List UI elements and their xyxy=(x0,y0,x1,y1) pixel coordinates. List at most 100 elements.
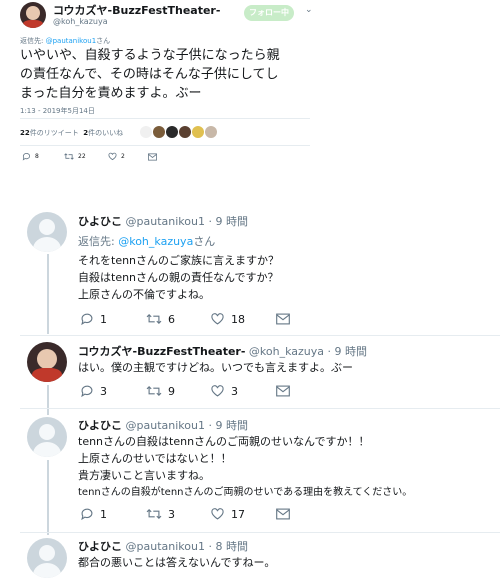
reply-to-handle[interactable]: @koh_kazuya xyxy=(118,235,193,248)
reply-line: 自殺はtennさんの親の責任なんですか？ xyxy=(78,271,279,284)
like-count: 2 xyxy=(121,153,125,160)
mail-icon xyxy=(276,313,290,325)
reply-count: 8 xyxy=(35,153,39,160)
mail-icon xyxy=(276,385,290,397)
retweet-action[interactable]: 3 xyxy=(146,507,210,521)
heart-icon xyxy=(108,152,117,161)
mail-icon xyxy=(276,508,290,520)
reply-icon xyxy=(22,153,31,161)
liker-avatar[interactable] xyxy=(166,126,178,138)
reply-author-handle[interactable]: @koh_kazuya xyxy=(249,345,324,358)
retweet-action[interactable]: 6 xyxy=(146,312,210,326)
retweet-icon xyxy=(146,314,162,324)
reply-avatar[interactable] xyxy=(27,538,67,578)
retweet-count: 6 xyxy=(168,312,175,326)
dm-action[interactable] xyxy=(276,384,290,398)
tweet-line: まった自分を責めますよ。ぶー xyxy=(20,86,202,101)
reply-time[interactable]: · 9 時間 xyxy=(208,215,248,228)
likers-avatars xyxy=(140,126,217,138)
reply-avatar[interactable] xyxy=(27,212,67,252)
thread-line xyxy=(47,254,49,334)
reply-text: それをtennさんのご家族に言えますか？ 自殺はtennさんの親の責任なんですか… xyxy=(78,252,279,303)
tweet-timestamp[interactable]: 1:13 - 2019年5月14日 xyxy=(20,106,95,116)
reply-author-handle[interactable]: @pautanikou1 xyxy=(126,419,205,432)
thread-line xyxy=(47,385,49,415)
author-display-name[interactable]: コウカズヤ-BuzzFestTheater- xyxy=(53,2,220,18)
reply-action-bar: 1 3 17 xyxy=(80,507,290,521)
author-avatar[interactable] xyxy=(20,2,46,28)
reply-text: tennさんの自殺はtennさんのご両親のせいなんですか！！ 上原さんのせいでは… xyxy=(78,433,412,501)
chevron-down-icon[interactable]: ⌄ xyxy=(305,5,313,15)
reply-text: はい。僕の主観ですけどね。いつでも言えますよ。ぶー xyxy=(78,359,353,376)
reply-to-line: 返信先: @pautanikou1さん xyxy=(20,36,110,46)
reply-line: tennさんの自殺はtennさんのご両親のせいなんですか！！ xyxy=(78,435,370,448)
retweet-icon xyxy=(146,509,162,519)
like-count: 18 xyxy=(231,312,245,326)
retweets-count[interactable]: 22 xyxy=(20,129,30,137)
retweets-label[interactable]: 件のリツイート xyxy=(30,129,79,137)
reply-author-handle[interactable]: @pautanikou1 xyxy=(126,540,205,553)
like-count: 3 xyxy=(231,384,238,398)
mail-icon xyxy=(148,152,157,161)
dm-action[interactable] xyxy=(276,507,290,521)
reply-line: 都合の悪いことは答えないんですねー。 xyxy=(78,556,276,569)
reply-to-suffix: さん xyxy=(193,235,216,248)
reply-author-name[interactable]: ひよひこ xyxy=(78,215,122,228)
reply-time[interactable]: · 8 時間 xyxy=(208,540,248,553)
retweet-action[interactable]: 22 xyxy=(64,152,108,161)
reply-action[interactable]: 1 xyxy=(80,312,146,326)
liker-avatar[interactable] xyxy=(153,126,165,138)
reply-author-handle[interactable]: @pautanikou1 xyxy=(126,215,205,228)
like-count: 17 xyxy=(231,507,245,521)
liker-avatar[interactable] xyxy=(205,126,217,138)
reply-action[interactable]: 1 xyxy=(80,507,146,521)
reply-avatar[interactable] xyxy=(27,342,67,382)
reply-action-bar: 1 6 18 xyxy=(80,312,290,326)
reply-action[interactable]: 3 xyxy=(80,384,146,398)
reply-line: 上原さんの不倫ですよね。 xyxy=(78,288,210,301)
tweet-text: いやいや、自殺するような子供になったら親 の責任なんで、その時はそんな子供にして… xyxy=(20,46,280,103)
author-handle[interactable]: @koh_kazuya xyxy=(53,17,108,26)
reply-author-name[interactable]: ひよひこ xyxy=(78,419,122,432)
retweet-count: 22 xyxy=(78,153,86,160)
divider xyxy=(20,145,310,146)
reply-count: 3 xyxy=(100,384,107,398)
like-action[interactable]: 3 xyxy=(210,384,276,398)
liker-avatar[interactable] xyxy=(179,126,191,138)
reply-line: tennさんの自殺がtennさんのご両親のせいである理由を教えてください。 xyxy=(78,487,413,498)
reply-to-prefix: 返信先: xyxy=(78,235,115,248)
reply-to-line: 返信先: @koh_kazuyaさん xyxy=(78,233,215,249)
reply-time[interactable]: · 9 時間 xyxy=(208,419,248,432)
retweet-count: 3 xyxy=(168,507,175,521)
reply-count: 1 xyxy=(100,507,107,521)
reply-icon xyxy=(81,313,93,326)
retweet-action[interactable]: 9 xyxy=(146,384,210,398)
like-action[interactable]: 18 xyxy=(210,312,276,326)
reply-count: 1 xyxy=(100,312,107,326)
reply-to-handle[interactable]: @pautanikou1 xyxy=(46,37,97,45)
liker-avatar[interactable] xyxy=(140,126,152,138)
reply-avatar[interactable] xyxy=(27,417,67,457)
follow-button[interactable]: フォロー中 xyxy=(244,5,294,21)
reply-icon xyxy=(81,508,93,521)
reply-action-bar: 3 9 3 xyxy=(80,384,290,398)
action-bar: 8 22 2 xyxy=(22,152,157,161)
like-action[interactable]: 2 xyxy=(108,152,148,161)
reply-text: 都合の悪いことは答えないんですねー。 xyxy=(78,554,275,571)
liker-avatar[interactable] xyxy=(192,126,204,138)
retweet-icon xyxy=(146,386,162,396)
reply-author-name[interactable]: ひよひこ xyxy=(78,540,122,553)
likes-label[interactable]: 件のいいね xyxy=(88,129,123,137)
engagement-stats: 22件のリツイート 2件のいいね xyxy=(20,128,123,138)
reply-action[interactable]: 8 xyxy=(22,152,64,161)
dm-action[interactable] xyxy=(148,152,157,161)
dm-action[interactable] xyxy=(276,312,290,326)
reply-time[interactable]: · 9 時間 xyxy=(328,345,368,358)
reply-line: それをtennさんのご家族に言えますか？ xyxy=(78,254,280,267)
reply-line: 上原さんのせいではないと！！ xyxy=(78,452,232,465)
reply-author-name[interactable]: コウカズヤ-BuzzFestTheater- xyxy=(78,345,245,358)
reply-header: コウカズヤ-BuzzFestTheater- @koh_kazuya · 9 時… xyxy=(78,343,367,359)
divider xyxy=(20,118,310,119)
tweet-line: の責任なんで、その時はそんな子供にしてし xyxy=(20,67,279,82)
like-action[interactable]: 17 xyxy=(210,507,276,521)
